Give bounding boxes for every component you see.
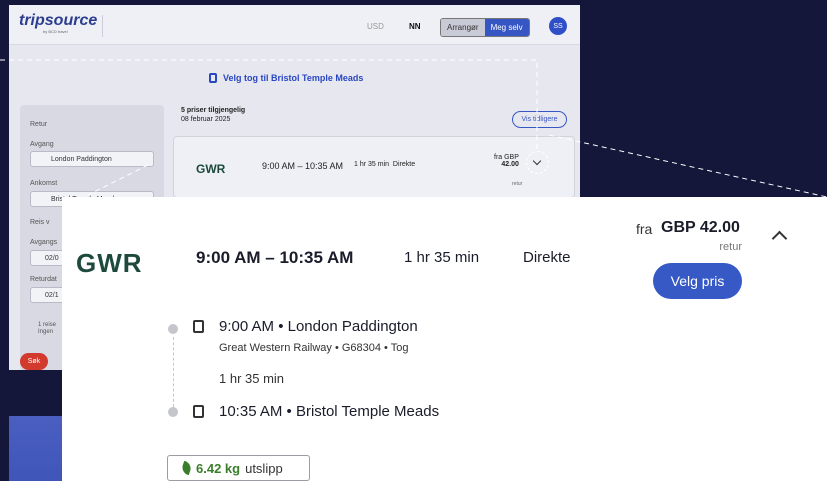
timeline-line [173, 337, 174, 407]
timeline-start-dot [168, 324, 178, 334]
timeline-end-dot [168, 407, 178, 417]
journey-type: Direkte [523, 249, 571, 266]
service-info: Great Western Railway • G68304 • Tog [219, 342, 409, 354]
journey-duration: 1 hr 35 min [404, 249, 480, 266]
departure-stop: 9:00 AM • London Paddington [219, 318, 418, 335]
emission-label: utslipp [245, 460, 283, 476]
emission-value: 6.42 kg [196, 460, 241, 476]
leaf-icon [180, 460, 193, 476]
price-prefix: fra [636, 221, 653, 237]
arrival-stop: 10:35 AM • Bristol Temple Meads [219, 403, 440, 420]
price-suffix: retur [719, 241, 742, 253]
select-price-button[interactable]: Velg pris [653, 263, 742, 299]
travel-time: 1 hr 35 min [219, 371, 285, 386]
expanded-train-card: GWR 9:00 AM – 10:35 AM 1 hr 35 min Direk… [62, 197, 827, 481]
train-icon [193, 405, 204, 418]
gwr-logo: GWR [76, 248, 143, 278]
emission-badge: 6.42 kg utslipp [167, 455, 310, 481]
train-icon [193, 320, 204, 333]
journey-times: 9:00 AM – 10:35 AM [196, 248, 354, 267]
price-value: GBP 42.00 [661, 219, 740, 236]
chevron-up-icon[interactable] [771, 230, 788, 247]
